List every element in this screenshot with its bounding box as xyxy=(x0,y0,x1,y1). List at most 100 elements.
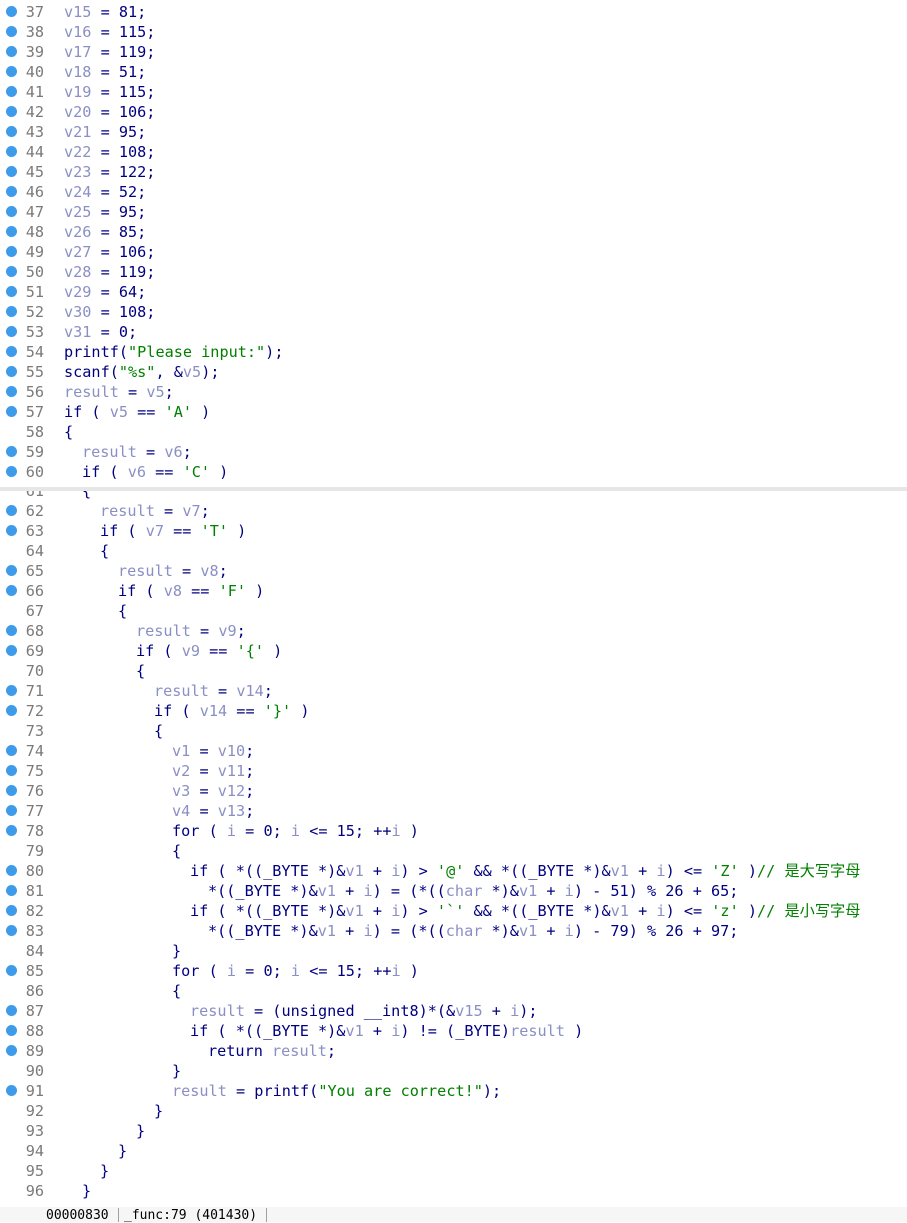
identifier[interactable]: v17 xyxy=(64,43,91,61)
breakpoint-dot-icon[interactable] xyxy=(6,146,17,157)
code-line[interactable]: 42 v20 = 106; xyxy=(0,102,907,122)
code-line[interactable]: 64 { xyxy=(0,541,907,561)
code-line[interactable]: 73 { xyxy=(0,721,907,741)
code-line[interactable]: 83 *((_BYTE *)&v1 + i) = (*((char *)&v1 +… xyxy=(0,921,907,941)
code-line[interactable]: 80 if ( *((_BYTE *)&v1 + i) > '@' && *((_… xyxy=(0,861,907,881)
code-line[interactable]: 53 v31 = 0; xyxy=(0,322,907,342)
identifier[interactable]: v12 xyxy=(218,782,245,800)
identifier[interactable]: v14 xyxy=(200,702,227,720)
breakpoint-dot-icon[interactable] xyxy=(6,66,17,77)
code-line[interactable]: 76 v3 = v12; xyxy=(0,781,907,801)
identifier[interactable]: v5 xyxy=(146,383,164,401)
identifier[interactable]: v24 xyxy=(64,183,91,201)
code-line[interactable]: 54 printf("Please input:"); xyxy=(0,342,907,362)
identifier[interactable]: v15 xyxy=(455,1002,482,1020)
identifier[interactable]: result xyxy=(136,622,191,640)
code-line[interactable]: 67 { xyxy=(0,601,907,621)
identifier[interactable]: v1 xyxy=(345,1022,363,1040)
identifier[interactable]: v1 xyxy=(318,922,336,940)
identifier[interactable]: v18 xyxy=(64,63,91,81)
breakpoint-dot-icon[interactable] xyxy=(6,206,17,217)
code-line[interactable]: 90} xyxy=(0,1061,907,1081)
breakpoint-dot-icon[interactable] xyxy=(6,865,17,876)
code-line[interactable]: 45 v23 = 122; xyxy=(0,162,907,182)
breakpoint-dot-icon[interactable] xyxy=(6,505,17,516)
code-line[interactable]: 68 result = v9; xyxy=(0,621,907,641)
identifier[interactable]: v9 xyxy=(218,622,236,640)
breakpoint-dot-icon[interactable] xyxy=(6,386,17,397)
identifier[interactable]: v21 xyxy=(64,123,91,141)
identifier[interactable]: char xyxy=(446,882,483,900)
identifier[interactable]: v25 xyxy=(64,203,91,221)
identifier[interactable]: v6 xyxy=(164,443,182,461)
code-line[interactable]: 49 v27 = 106; xyxy=(0,242,907,262)
breakpoint-dot-icon[interactable] xyxy=(6,326,17,337)
code-line[interactable]: 94} xyxy=(0,1141,907,1161)
identifier[interactable]: v5 xyxy=(183,363,201,381)
identifier[interactable]: v8 xyxy=(200,562,218,580)
identifier[interactable]: v20 xyxy=(64,103,91,121)
code-line[interactable]: 48 v26 = 85; xyxy=(0,222,907,242)
code-line[interactable]: 74 v1 = v10; xyxy=(0,741,907,761)
identifier[interactable]: v15 xyxy=(64,3,91,21)
identifier[interactable]: v7 xyxy=(182,502,200,520)
identifier[interactable]: i xyxy=(227,962,236,980)
pseudocode-view-top[interactable]: 37 v15 = 81; 38 v16 = 115; 39 v17 = 119; 40 v18… xyxy=(0,0,907,487)
breakpoint-dot-icon[interactable] xyxy=(6,885,17,896)
code-line[interactable]: 57 if ( v5 == 'A' ) xyxy=(0,402,907,422)
identifier[interactable]: v19 xyxy=(64,83,91,101)
code-line[interactable]: 95} xyxy=(0,1161,907,1181)
identifier[interactable]: result xyxy=(154,682,209,700)
code-line[interactable]: 81 *((_BYTE *)&v1 + i) = (*((char *)&v1 +… xyxy=(0,881,907,901)
identifier[interactable]: v22 xyxy=(64,143,91,161)
identifier[interactable]: v7 xyxy=(146,522,164,540)
breakpoint-dot-icon[interactable] xyxy=(6,625,17,636)
identifier[interactable]: v8 xyxy=(164,582,182,600)
breakpoint-dot-icon[interactable] xyxy=(6,825,17,836)
code-line[interactable]: 59 result = v6; xyxy=(0,442,907,462)
code-line[interactable]: 88 if ( *((_BYTE *)&v1 + i) != (_BYTE)res… xyxy=(0,1021,907,1041)
breakpoint-dot-icon[interactable] xyxy=(6,565,17,576)
code-line[interactable]: 78 for ( i = 0; i <= 15; ++i ) xyxy=(0,821,907,841)
code-line[interactable]: 87 result = (unsigned __int8)*(&v15 + i); xyxy=(0,1001,907,1021)
code-line[interactable]: 41 v19 = 115; xyxy=(0,82,907,102)
code-line[interactable]: 66 if ( v8 == 'F' ) xyxy=(0,581,907,601)
identifier[interactable]: i xyxy=(656,902,665,920)
identifier[interactable]: result xyxy=(64,383,119,401)
breakpoint-dot-icon[interactable] xyxy=(6,226,17,237)
identifier[interactable]: i xyxy=(391,862,400,880)
identifier[interactable]: i xyxy=(565,922,574,940)
breakpoint-dot-icon[interactable] xyxy=(6,805,17,816)
code-line[interactable]: 77 v4 = v13; xyxy=(0,801,907,821)
identifier[interactable]: v26 xyxy=(64,223,91,241)
code-line[interactable]: 56 result = v5; xyxy=(0,382,907,402)
identifier[interactable]: result xyxy=(118,562,173,580)
breakpoint-dot-icon[interactable] xyxy=(6,645,17,656)
breakpoint-dot-icon[interactable] xyxy=(6,166,17,177)
identifier[interactable]: result xyxy=(272,1042,327,1060)
identifier[interactable]: v23 xyxy=(64,163,91,181)
code-line[interactable]: 71 result = v14; xyxy=(0,681,907,701)
code-line[interactable]: 44 v22 = 108; xyxy=(0,142,907,162)
breakpoint-dot-icon[interactable] xyxy=(6,585,17,596)
pseudocode-view-bottom[interactable]: 61{62 result = v7; 63 if ( v7 == 'T' ) 64{65… xyxy=(0,491,907,1207)
identifier[interactable]: v4 xyxy=(172,802,190,820)
breakpoint-dot-icon[interactable] xyxy=(6,1085,17,1096)
identifier[interactable]: i xyxy=(291,822,300,840)
code-line[interactable]: 89 return result; xyxy=(0,1041,907,1061)
identifier[interactable]: v5 xyxy=(110,403,128,421)
breakpoint-dot-icon[interactable] xyxy=(6,1025,17,1036)
identifier[interactable]: i xyxy=(363,922,372,940)
code-line[interactable]: 63 if ( v7 == 'T' ) xyxy=(0,521,907,541)
identifier[interactable]: v1 xyxy=(318,882,336,900)
identifier[interactable]: result xyxy=(82,443,137,461)
breakpoint-dot-icon[interactable] xyxy=(6,46,17,57)
identifier[interactable]: v16 xyxy=(64,23,91,41)
code-line[interactable]: 58 { xyxy=(0,422,907,442)
identifier[interactable]: result xyxy=(172,1082,227,1100)
code-line[interactable]: 61 { xyxy=(0,491,907,501)
code-line[interactable]: 37 v15 = 81; xyxy=(0,2,907,22)
identifier[interactable]: v11 xyxy=(218,762,245,780)
breakpoint-dot-icon[interactable] xyxy=(6,785,17,796)
identifier[interactable]: i xyxy=(291,962,300,980)
